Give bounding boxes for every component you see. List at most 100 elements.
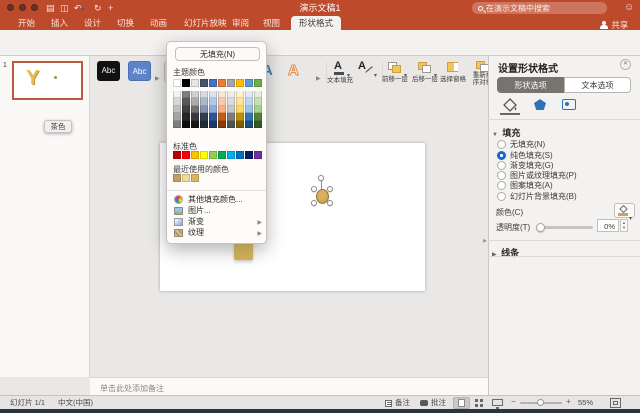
tab-transitions[interactable]: 切换 bbox=[117, 16, 134, 30]
slide-shape-y-stub[interactable] bbox=[234, 243, 253, 260]
color-swatch[interactable] bbox=[227, 113, 235, 120]
color-swatch[interactable] bbox=[182, 151, 190, 159]
color-swatch[interactable] bbox=[173, 91, 181, 98]
more-fill-colors-item[interactable]: 其他填充颜色... bbox=[170, 194, 265, 205]
color-swatch[interactable] bbox=[173, 106, 181, 113]
color-swatch[interactable] bbox=[200, 106, 208, 113]
text-outline-dropdown-arrow[interactable] bbox=[374, 64, 377, 82]
color-swatch[interactable] bbox=[236, 106, 244, 113]
color-swatch[interactable] bbox=[182, 91, 190, 98]
selected-shape-group[interactable] bbox=[308, 175, 336, 209]
tab-review[interactable]: 审阅 bbox=[232, 16, 249, 30]
color-swatch[interactable] bbox=[236, 98, 244, 105]
language-indicator[interactable]: 中文(中国) bbox=[58, 398, 93, 408]
search-input[interactable]: 在演示文稿中搜索 bbox=[472, 2, 607, 14]
zoom-slider-knob[interactable] bbox=[537, 399, 544, 406]
transparency-value-input[interactable]: 0% bbox=[597, 219, 619, 232]
color-swatch[interactable] bbox=[218, 151, 226, 159]
color-swatch[interactable] bbox=[254, 121, 262, 128]
picture-fill-item[interactable]: 图片... bbox=[170, 205, 265, 216]
tab-animations[interactable]: 动画 bbox=[150, 16, 167, 30]
pane-collapse-arrow[interactable]: ▸ bbox=[483, 236, 487, 245]
color-swatch[interactable] bbox=[227, 106, 235, 113]
color-swatch[interactable] bbox=[236, 113, 244, 120]
resize-handle-se[interactable] bbox=[327, 200, 333, 206]
color-swatch[interactable] bbox=[200, 91, 208, 98]
zoom-window-button[interactable] bbox=[31, 4, 38, 11]
color-swatch[interactable] bbox=[218, 91, 226, 98]
selection-pane-icon[interactable] bbox=[447, 62, 458, 72]
zoom-out-button[interactable] bbox=[511, 397, 516, 406]
new-document-icon[interactable]: ▤ bbox=[46, 1, 55, 15]
color-swatch[interactable] bbox=[191, 121, 199, 128]
color-swatch[interactable] bbox=[173, 121, 181, 128]
tab-shape-format-active[interactable]: 形状格式 bbox=[291, 16, 341, 30]
transparency-stepper[interactable]: ▲▼ bbox=[620, 219, 628, 232]
fit-to-window-icon[interactable] bbox=[610, 398, 621, 408]
tab-home[interactable]: 开始 bbox=[18, 16, 35, 30]
color-swatch[interactable] bbox=[200, 121, 208, 128]
color-swatch[interactable] bbox=[173, 113, 181, 120]
color-swatch[interactable] bbox=[173, 98, 181, 105]
undo-icon[interactable]: ↶ bbox=[74, 1, 85, 17]
slideshow-view-button[interactable] bbox=[492, 399, 503, 406]
color-swatch[interactable] bbox=[191, 106, 199, 113]
tab-insert[interactable]: 插入 bbox=[51, 16, 68, 30]
color-swatch[interactable] bbox=[254, 91, 262, 98]
color-swatch[interactable] bbox=[173, 174, 181, 182]
color-swatch[interactable] bbox=[218, 79, 226, 87]
tab-shape-options[interactable]: 形状选项 bbox=[497, 77, 564, 93]
color-swatch[interactable] bbox=[254, 113, 262, 120]
gradient-fill-item[interactable]: 渐变 bbox=[170, 216, 265, 227]
color-swatch[interactable] bbox=[200, 98, 208, 105]
color-swatch[interactable] bbox=[173, 79, 181, 87]
color-swatch[interactable] bbox=[245, 151, 253, 159]
shape-style-chip-2[interactable]: Abc bbox=[97, 61, 120, 81]
color-swatch[interactable] bbox=[209, 121, 217, 128]
slide-sorter-view-button[interactable] bbox=[475, 399, 483, 407]
color-swatch[interactable] bbox=[227, 79, 235, 87]
color-swatch[interactable] bbox=[236, 151, 244, 159]
no-fill-button[interactable]: 无填充(N) bbox=[175, 47, 260, 61]
style-gallery-next-arrow[interactable] bbox=[155, 67, 160, 85]
color-swatch[interactable] bbox=[209, 79, 217, 87]
color-swatch[interactable] bbox=[245, 113, 253, 120]
wordart-gallery-next-arrow[interactable] bbox=[316, 67, 321, 85]
color-swatch[interactable] bbox=[191, 113, 199, 120]
color-swatch[interactable] bbox=[236, 91, 244, 98]
color-swatch[interactable] bbox=[182, 174, 190, 182]
selection-pane-label[interactable]: 选择窗格 bbox=[439, 76, 467, 83]
resize-handle-sw[interactable] bbox=[311, 200, 317, 206]
color-swatch[interactable] bbox=[191, 98, 199, 105]
save-icon[interactable]: ◫ bbox=[60, 1, 69, 15]
more-tools-icon[interactable]: + bbox=[108, 1, 113, 15]
notes-toggle[interactable]: 备注 bbox=[395, 398, 410, 408]
color-swatch[interactable] bbox=[182, 106, 190, 113]
color-swatch[interactable] bbox=[209, 91, 217, 98]
tab-text-options[interactable]: 文本选项 bbox=[564, 77, 631, 93]
color-swatch[interactable] bbox=[245, 106, 253, 113]
undo-dropdown-arrow[interactable] bbox=[82, 3, 85, 13]
send-backward-label[interactable]: 后移一层 bbox=[410, 76, 440, 83]
color-swatch[interactable] bbox=[245, 79, 253, 87]
color-swatch[interactable] bbox=[254, 79, 262, 87]
transparency-slider-knob[interactable] bbox=[536, 223, 545, 232]
color-swatch[interactable] bbox=[200, 113, 208, 120]
color-swatch[interactable] bbox=[182, 98, 190, 105]
color-swatch[interactable] bbox=[209, 151, 217, 159]
zoom-in-button[interactable] bbox=[566, 397, 571, 406]
color-swatch[interactable] bbox=[191, 79, 199, 87]
color-swatch[interactable] bbox=[182, 121, 190, 128]
color-swatch[interactable] bbox=[254, 106, 262, 113]
color-swatch[interactable] bbox=[227, 98, 235, 105]
wordart-style-3[interactable]: A bbox=[288, 62, 299, 79]
radio-no-fill[interactable]: 无填充(N) bbox=[497, 139, 545, 150]
comments-toggle[interactable]: 批注 bbox=[431, 398, 446, 408]
color-swatch[interactable] bbox=[227, 91, 235, 98]
color-swatch[interactable] bbox=[209, 98, 217, 105]
color-swatch[interactable] bbox=[182, 79, 190, 87]
color-swatch[interactable] bbox=[227, 121, 235, 128]
text-fill-label[interactable]: 文本填充 bbox=[322, 77, 358, 84]
tab-view[interactable]: 视图 bbox=[263, 16, 280, 30]
radio-slide-background-fill[interactable]: 幻灯片背景填充(B) bbox=[497, 191, 577, 202]
